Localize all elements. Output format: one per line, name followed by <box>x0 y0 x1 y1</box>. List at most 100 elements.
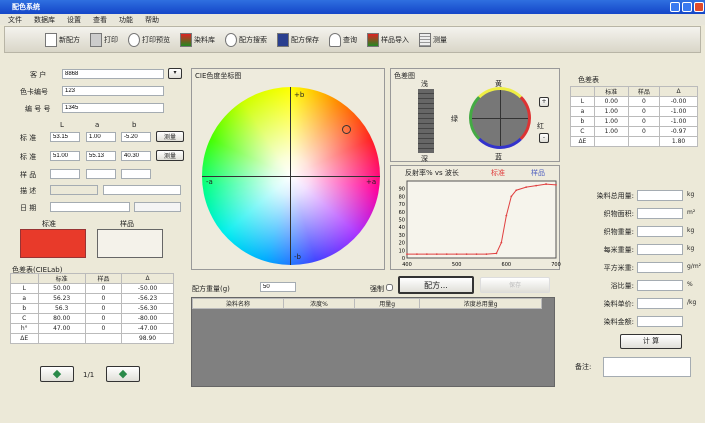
data-point <box>485 253 488 256</box>
remark-input[interactable] <box>603 357 691 377</box>
data-point <box>505 214 508 217</box>
card-input[interactable] <box>62 86 164 96</box>
std-l-input[interactable] <box>50 132 80 142</box>
table-cell: -56.30 <box>121 303 174 314</box>
color-wheel[interactable]: +b -b -a +a <box>202 87 380 265</box>
number-input[interactable] <box>62 103 164 113</box>
table-row[interactable]: b 56.3 0 -56.30 <box>10 303 174 314</box>
table-cell: C <box>570 126 595 137</box>
table-row[interactable]: C 1.00 0 -0.97 <box>570 126 698 137</box>
table-cell: a <box>570 106 595 117</box>
data-point <box>495 252 498 255</box>
customer-dropdown-button[interactable]: ▾ <box>168 68 182 79</box>
dye-library-button[interactable]: 染料库 <box>180 32 215 47</box>
zoom-in-button[interactable]: + <box>539 97 549 107</box>
measure-standard-button[interactable]: 测量 <box>156 131 184 142</box>
standard2-label: 标 准 <box>20 153 37 161</box>
query-icon <box>329 32 341 47</box>
field-input[interactable] <box>637 298 683 309</box>
weight-input[interactable] <box>260 282 296 292</box>
query-button[interactable]: 查询 <box>329 32 357 47</box>
print-button[interactable]: 打印 <box>90 32 118 47</box>
sample-b-input[interactable] <box>121 169 151 179</box>
field-label: 染料金额: <box>603 318 634 326</box>
date-input[interactable] <box>50 202 130 212</box>
sample-import-button[interactable]: 样品导入 <box>367 32 409 47</box>
std2-b-input[interactable] <box>121 151 151 161</box>
std2-a-input[interactable] <box>86 151 116 161</box>
table-row[interactable]: L 50.00 0 -50.00 <box>10 283 174 294</box>
field-input[interactable] <box>637 262 683 273</box>
arrow-right-icon: ◆ <box>118 367 128 380</box>
zoom-out-button[interactable]: - <box>539 133 549 143</box>
right-diff-table: 标准 样品 Δ L 0.00 0 -0.00 a 1.00 0 -1.00 b 1.00 0 -1.00 C 1… <box>570 86 698 147</box>
recipe-search-button[interactable]: 配方搜索 <box>225 32 267 47</box>
std2-l-input[interactable] <box>50 151 80 161</box>
calculate-button[interactable]: 计 算 <box>620 334 682 349</box>
recipe-save-button[interactable]: 配方保存 <box>277 32 319 47</box>
label: 配方保存 <box>291 35 319 44</box>
description-label: 描 述 <box>20 187 37 195</box>
menu-database[interactable]: 数据库 <box>34 16 55 24</box>
menu-view[interactable]: 查看 <box>93 16 107 24</box>
table-row[interactable]: ΔE 1.80 <box>570 136 698 147</box>
table-cell <box>37 333 86 344</box>
description-input[interactable] <box>50 185 98 195</box>
table-row[interactable]: L 0.00 0 -0.00 <box>570 96 698 107</box>
table-row[interactable]: a 1.00 0 -1.00 <box>570 106 698 117</box>
field-input[interactable] <box>637 244 683 255</box>
table-cell: 56.23 <box>37 293 86 304</box>
close-button[interactable] <box>694 2 704 12</box>
table-row[interactable]: C 80.00 0 -80.00 <box>10 313 174 324</box>
table-cell: b <box>570 116 595 127</box>
column-header: 染料名称 <box>192 298 284 309</box>
table-row[interactable]: a 56.23 0 -56.23 <box>10 293 174 304</box>
table-cell: 0 <box>627 126 661 137</box>
table-cell: 0 <box>627 116 661 127</box>
table-cell: -1.00 <box>659 116 698 127</box>
field-input[interactable] <box>637 280 683 291</box>
field-input[interactable] <box>637 316 683 327</box>
label: 样品导入 <box>381 35 409 44</box>
right-table-title: 色差表 <box>578 76 599 84</box>
recipe-grid[interactable]: 染料名称 浓度% 用量g 浓度总用量g <box>191 297 555 387</box>
force-checkbox[interactable] <box>386 284 393 291</box>
axis-left: -a <box>206 178 213 186</box>
save-recipe-button[interactable]: 保存 <box>480 277 550 293</box>
menu-function[interactable]: 功能 <box>119 16 133 24</box>
new-recipe-button[interactable]: 新配方 <box>45 32 80 47</box>
prev-button[interactable]: ◆ <box>40 366 74 382</box>
maximize-button[interactable] <box>682 2 692 12</box>
sample-l-input[interactable] <box>50 169 80 179</box>
field-input[interactable] <box>637 190 683 201</box>
time-input[interactable] <box>134 202 181 212</box>
y-tick-label: 90 <box>399 187 405 193</box>
axis-bottom: -b <box>294 253 301 261</box>
field-input[interactable] <box>637 226 683 237</box>
std-b-input[interactable] <box>121 132 151 142</box>
table-row[interactable]: b 1.00 0 -1.00 <box>570 116 698 127</box>
print-preview-button[interactable]: 打印预览 <box>128 32 170 47</box>
menu-help[interactable]: 帮助 <box>145 16 159 24</box>
table-cell: 0 <box>84 293 123 304</box>
field-input[interactable] <box>637 208 683 219</box>
table-cell <box>593 136 629 147</box>
std-a-input[interactable] <box>86 132 116 142</box>
minimize-button[interactable] <box>670 2 680 12</box>
description-input-2[interactable] <box>103 185 181 195</box>
measure-button[interactable]: 测量 <box>419 32 447 47</box>
customer-input[interactable] <box>62 69 164 79</box>
measure-standard2-button[interactable]: 测量 <box>156 150 184 161</box>
table-cell: 0 <box>84 313 123 324</box>
std-swatch-label: 标准 <box>42 220 56 228</box>
table-cell: L <box>10 283 39 294</box>
menu-file[interactable]: 文件 <box>8 16 22 24</box>
save-icon <box>277 32 289 47</box>
sample-a-input[interactable] <box>86 169 116 179</box>
next-button[interactable]: ◆ <box>106 366 140 382</box>
recipe-button[interactable]: 配方... <box>398 276 474 294</box>
table-row[interactable]: h° 47.00 0 -47.00 <box>10 323 174 334</box>
table-row[interactable]: ΔE 98.90 <box>10 333 174 344</box>
menu-settings[interactable]: 设置 <box>67 16 81 24</box>
number-label: 编 号 号 <box>25 105 51 113</box>
